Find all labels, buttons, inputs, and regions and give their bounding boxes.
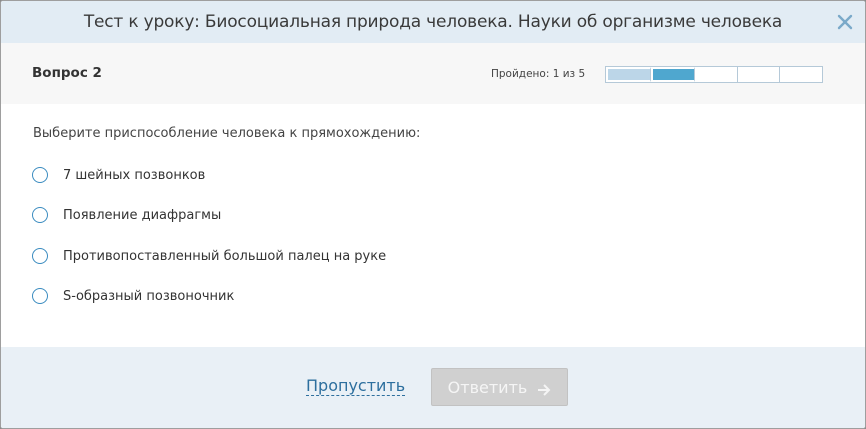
question-header: Вопрос 2 Пройдено: 1 из 5 — [1, 43, 865, 104]
answer-option[interactable]: 7 шейных позвонков — [32, 165, 205, 185]
answer-option-label: Появление диафрагмы — [63, 207, 222, 223]
progress-segment — [738, 67, 781, 82]
radio-button[interactable] — [32, 167, 48, 183]
dialog-title: Тест к уроку: Биосоциальная природа чело… — [83, 12, 783, 32]
radio-button[interactable] — [32, 248, 48, 264]
answer-button-label: Ответить — [447, 377, 528, 397]
question-text: Выберите приспособление человека к прямо… — [33, 126, 421, 141]
answer-option-label: Противопоставленный большой палец на рук… — [63, 248, 387, 264]
close-icon[interactable] — [835, 12, 855, 32]
progress-segment — [780, 67, 822, 82]
answer-option-label: S-образный позвоночник — [63, 288, 235, 304]
title-bar: Тест к уроку: Биосоциальная природа чело… — [1, 1, 865, 43]
test-dialog: Тест к уроку: Биосоциальная природа чело… — [0, 0, 866, 429]
question-number: Вопрос 2 — [32, 65, 102, 81]
skip-link[interactable]: Пропустить — [306, 377, 406, 396]
progress-segment-current — [650, 67, 696, 82]
answer-option[interactable]: Появление диафрагмы — [32, 205, 221, 225]
progress-segment-passed — [606, 67, 651, 82]
progress-bar — [605, 66, 823, 83]
dialog-footer: Пропустить Ответить — [1, 347, 865, 428]
answer-option-label: 7 шейных позвонков — [63, 167, 206, 183]
arrow-right-icon — [537, 381, 551, 396]
radio-button[interactable] — [32, 207, 48, 223]
answer-option[interactable]: Противопоставленный большой палец на рук… — [32, 246, 386, 266]
progress-label: Пройдено: 1 из 5 — [491, 68, 586, 80]
answer-button[interactable]: Ответить — [431, 368, 568, 406]
radio-button[interactable] — [32, 288, 48, 304]
answer-option[interactable]: S-образный позвоночник — [32, 286, 234, 306]
progress-segment — [695, 67, 738, 82]
